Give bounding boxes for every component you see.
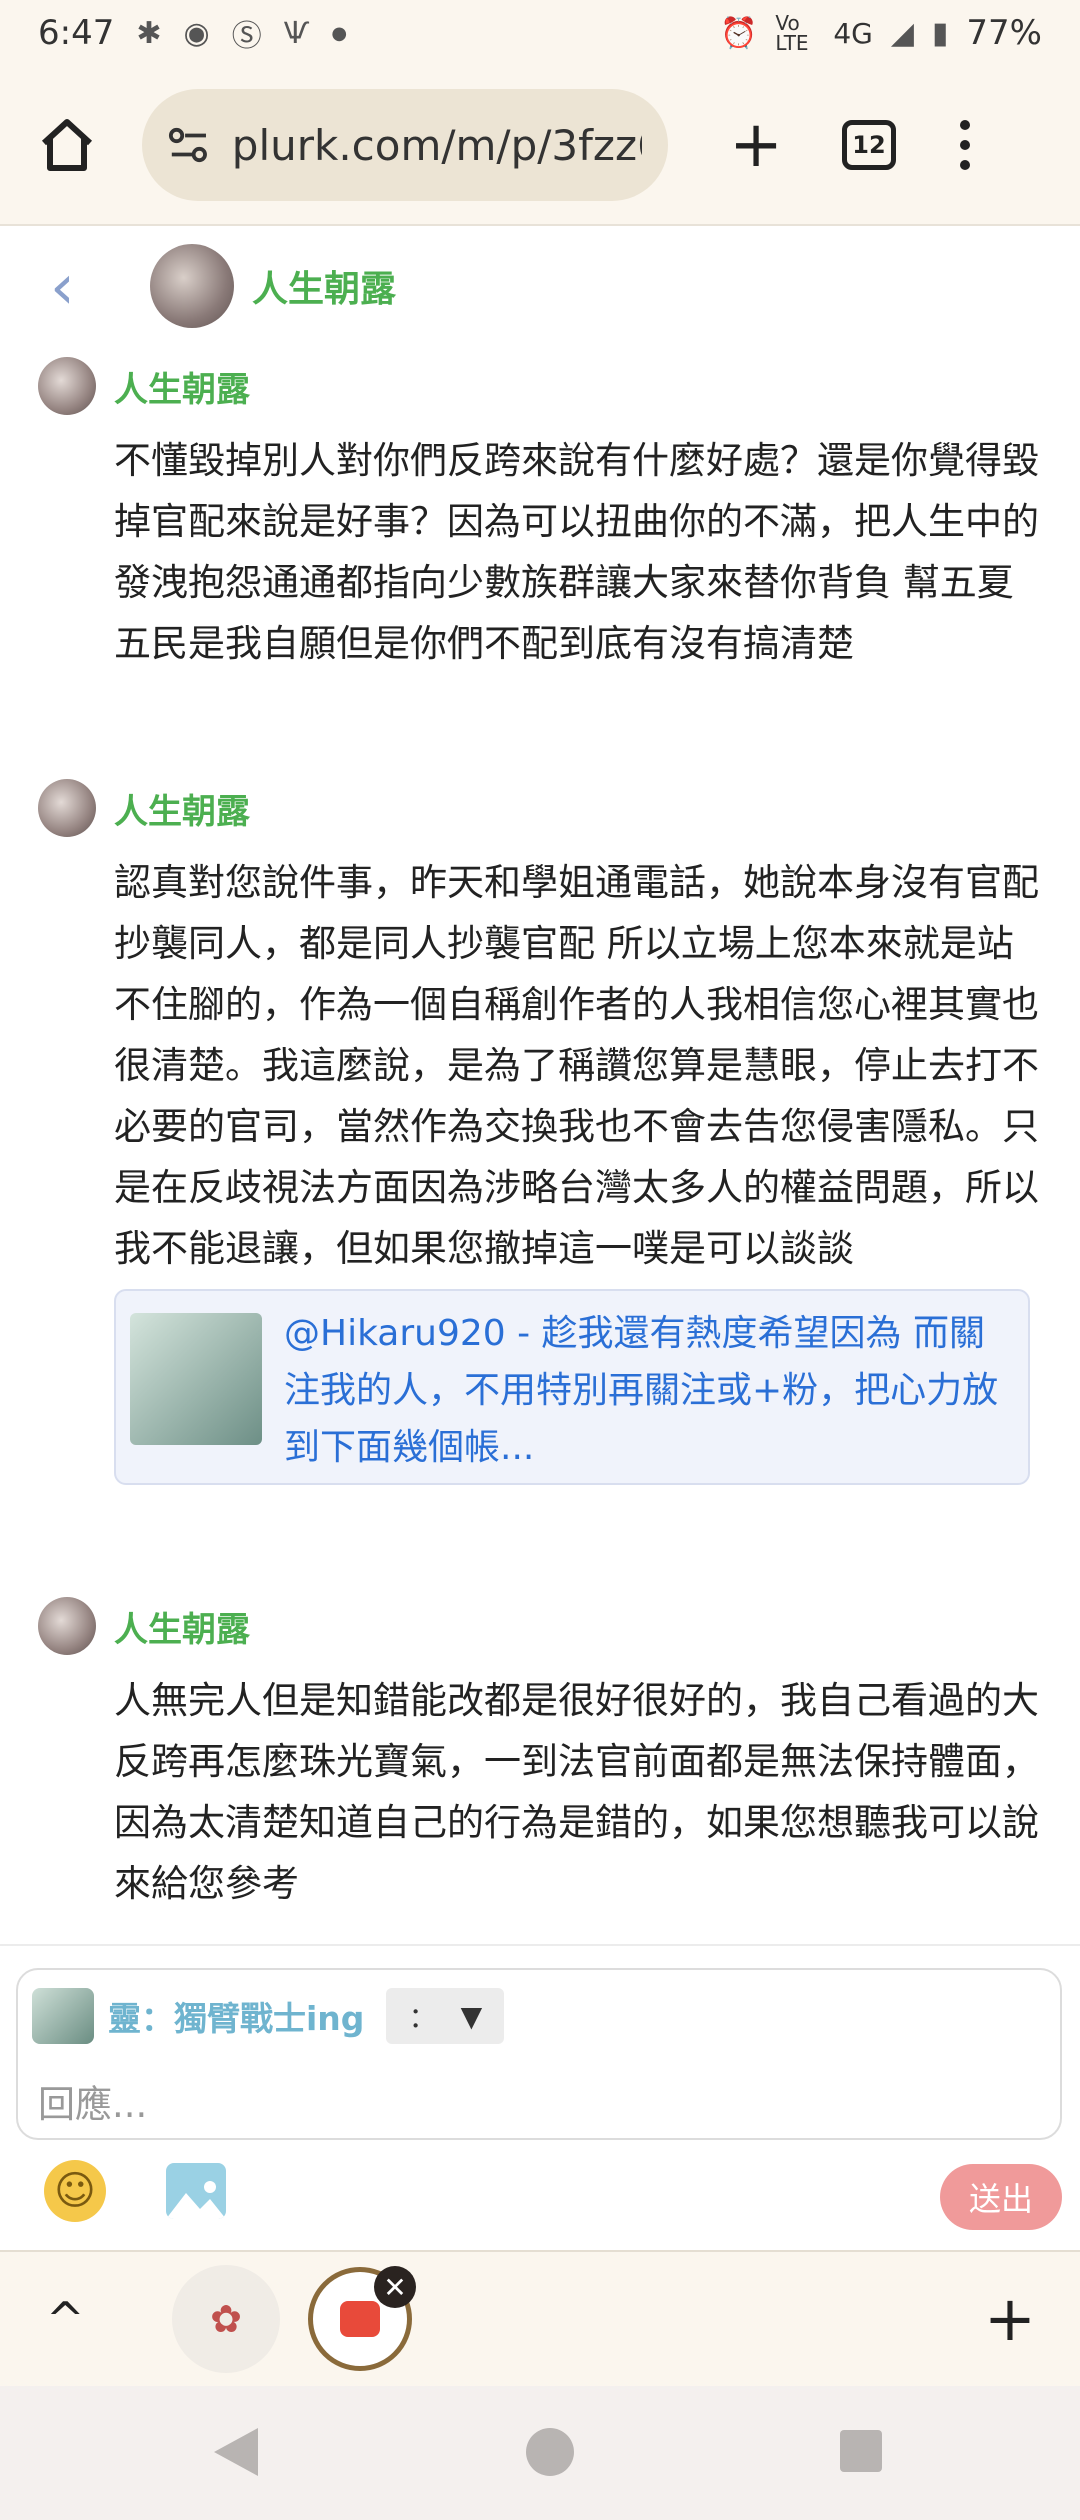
response-item: 人生朝露 不懂毀掉別人對你們反跨來說有什麼好處？還是你覺得毀掉官配來說是好事？因… (38, 356, 1048, 674)
response-item: 人生朝露 認真對您說件事，昨天和學姐通電話，她說本身沒有官配抄襲同人，都是同人抄… (38, 778, 1048, 1485)
reply-username: 靈：獨臂戰士ing (108, 1999, 365, 2038)
back-chevron-icon[interactable]: ‹ (50, 250, 90, 323)
tab-favicon-1[interactable]: ✿ (172, 2265, 280, 2373)
address-bar[interactable]: plurk.com/m/p/3fzz6 (142, 89, 668, 201)
alarm-icon: ⏰ (719, 15, 758, 51)
recents-icon[interactable] (840, 2430, 882, 2472)
system-nav-bar (0, 2386, 1080, 2520)
site-settings-icon[interactable] (168, 125, 210, 165)
volte-label: Vo LTE (775, 11, 809, 55)
response-author[interactable]: 人生朝露 (114, 362, 250, 411)
browser-toolbar: plurk.com/m/p/3fzz6 + 12 (0, 66, 1080, 226)
browser-bottom-toolbar: ^ ✿ ✕ + (0, 2250, 1080, 2386)
response-text: 人無完人但是知錯能改都是很好很好的，我自己看過的大反跨再怎麼珠光寶氣，一到法官前… (114, 1679, 1039, 1905)
discord-icon: ◉ (183, 15, 210, 51)
home-circle-icon[interactable] (526, 2428, 574, 2476)
sf-icon: Ⓢ (231, 19, 262, 54)
avatar[interactable] (38, 357, 96, 415)
response-text: 認真對您說件事，昨天和學姐通電話，她說本身沒有官配抄襲同人，都是同人抄襲官配 所… (114, 861, 1039, 1270)
home-button[interactable] (30, 108, 104, 182)
header-author-name[interactable]: 人生朝露 (252, 260, 396, 312)
app-icon: Ѱ (283, 15, 310, 51)
url-text[interactable]: plurk.com/m/p/3fzz6 (232, 121, 642, 170)
add-tab-icon[interactable]: + (984, 2288, 1036, 2350)
avatar[interactable] (38, 1597, 96, 1655)
reply-input[interactable]: 靈：獨臂戰士ing ： ▼ 回應... (16, 1968, 1062, 2140)
link-preview-card[interactable]: @Hikaru920 - 趁我還有熱度希望因為 而關注我的人，不用特別再關注或+… (114, 1289, 1030, 1485)
chevron-down-icon: ▼ (460, 1999, 483, 2033)
reply-placeholder[interactable]: 回應... (38, 2074, 147, 2128)
close-tab-icon[interactable]: ✕ (374, 2266, 416, 2308)
battery-icon: ▮ (931, 15, 949, 51)
response-author[interactable]: 人生朝露 (114, 784, 250, 833)
tab-switcher-button[interactable]: 12 (842, 120, 896, 170)
qualifier-select[interactable]: ： ▼ (386, 1988, 505, 2044)
qualifier-value: ： (408, 2001, 437, 2034)
reply-area: 靈：獨臂戰士ing ： ▼ 回應... ☺ 送出 (0, 1944, 1080, 2244)
response-author[interactable]: 人生朝露 (114, 1602, 250, 1651)
emoji-icon[interactable]: ☺ (44, 2160, 106, 2222)
link-preview-text[interactable]: @Hikaru920 - 趁我還有熱度希望因為 而關注我的人，不用特別再關注或+… (284, 1305, 1014, 1469)
plurk-header: ‹ 人生朝露 (0, 228, 1080, 344)
back-icon[interactable] (214, 2428, 258, 2476)
new-tab-button[interactable]: + (716, 113, 796, 177)
link-thumbnail (130, 1313, 262, 1445)
battery-percent: 77% (966, 13, 1042, 53)
network-label: 4G (833, 16, 873, 50)
avatar[interactable] (38, 779, 96, 837)
home-icon (41, 119, 93, 171)
response-text: 不懂毀掉別人對你們反跨來說有什麼好處？還是你覺得毀掉官配來說是好事？因為可以扭曲… (114, 439, 1039, 665)
signal-icon: ◢ (890, 15, 914, 51)
author-avatar[interactable] (150, 244, 234, 328)
dot-icon: ● (331, 22, 348, 44)
status-bar: 6:47 ✱ ◉ Ⓢ Ѱ ● ⏰ Vo LTE 4G ◢ ▮ 77% (0, 0, 1080, 66)
send-button[interactable]: 送出 (940, 2164, 1062, 2230)
slack-icon: ✱ (136, 15, 162, 51)
image-upload-icon[interactable] (166, 2163, 226, 2219)
response-item: 人生朝露 人無完人但是知錯能改都是很好很好的，我自己看過的大反跨再怎麼珠光寶氣，… (38, 1596, 1048, 1914)
reply-user-avatar (32, 1988, 94, 2044)
status-time: 6:47 (38, 13, 115, 53)
more-menu-button[interactable] (960, 120, 970, 170)
chevron-up-icon[interactable]: ^ (46, 2292, 85, 2346)
